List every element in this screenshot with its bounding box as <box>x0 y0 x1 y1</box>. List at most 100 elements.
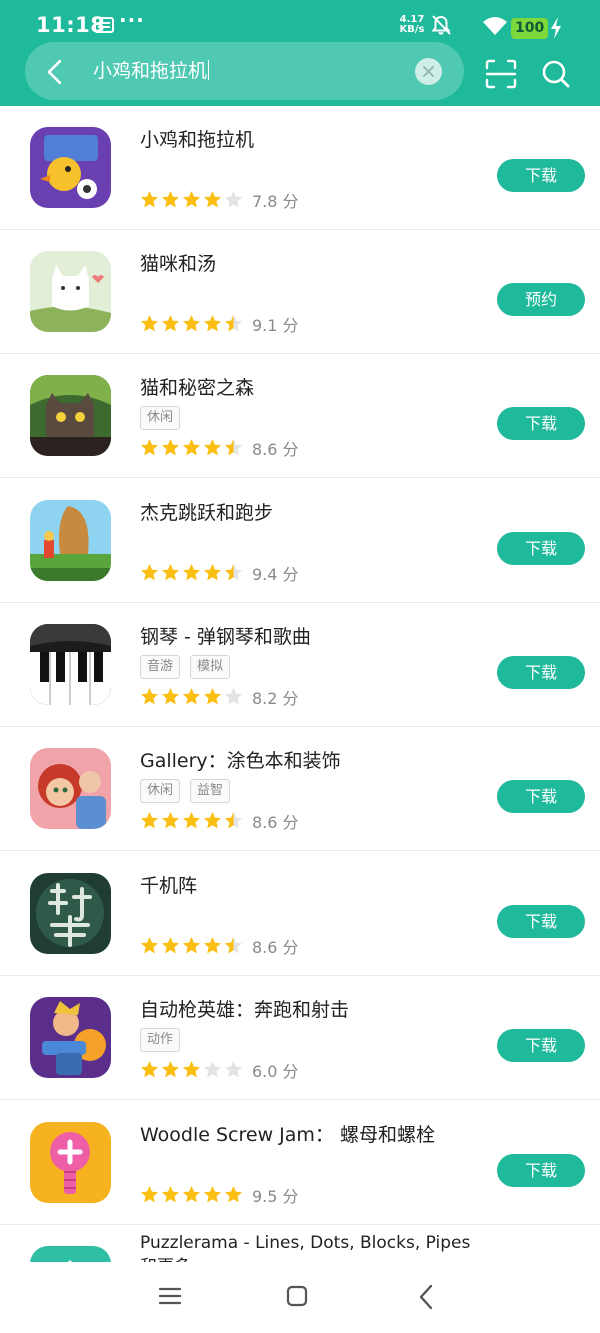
rating-score: 9.4 分 <box>252 565 299 584</box>
star-icon <box>182 563 201 581</box>
close-icon <box>423 66 434 77</box>
app-icon[interactable] <box>30 127 111 208</box>
app-name[interactable]: 钢琴 - 弹钢琴和歌曲 <box>140 622 311 649</box>
star-icon <box>203 936 222 954</box>
download-button[interactable]: 下载 <box>497 407 585 440</box>
star-icon <box>203 190 222 208</box>
back-icon[interactable] <box>418 1284 434 1310</box>
star-icon <box>161 1060 180 1078</box>
app-icon[interactable] <box>30 748 111 829</box>
app-icon[interactable] <box>30 624 111 705</box>
category-tag: 益智 <box>190 779 231 803</box>
rating-score: 6.0 分 <box>252 1062 299 1081</box>
list-item[interactable]: Puzzlerama - Lines, Dots, Blocks, Pipes和… <box>0 1225 600 1262</box>
download-button[interactable]: 下载 <box>497 159 585 192</box>
download-button[interactable]: 下载 <box>497 905 585 938</box>
system-navigation-bar <box>0 1262 600 1333</box>
list-item[interactable]: 杰克跳跃和跑步 9.4 分 下载 <box>0 479 600 603</box>
list-item[interactable]: 小鸡和拖拉机 7.8 分 下载 <box>0 106 600 230</box>
rating-score: 9.1 分 <box>252 316 299 335</box>
star-icon <box>182 811 201 829</box>
app-name[interactable]: 千机阵 <box>140 871 197 898</box>
network-speed: 4.17 KB/s <box>398 15 426 35</box>
star-half-icon <box>224 563 243 581</box>
app-name[interactable]: 猫和秘密之森 <box>140 373 254 400</box>
star-empty-icon <box>224 687 243 705</box>
clear-search-button[interactable] <box>415 58 442 85</box>
search-input[interactable]: 小鸡和拖拉机 <box>93 56 403 86</box>
download-button[interactable]: 下载 <box>497 1154 585 1187</box>
rating-score: 7.8 分 <box>252 192 299 211</box>
app-name[interactable]: 小鸡和拖拉机 <box>140 125 254 152</box>
wifi-icon <box>483 17 507 35</box>
category-tag: 休闲 <box>140 406 181 430</box>
star-icon <box>140 1060 159 1078</box>
download-button[interactable]: 下载 <box>497 780 585 813</box>
star-icon <box>161 563 180 581</box>
category-tag: 休闲 <box>140 779 181 803</box>
notification-icon <box>94 17 114 33</box>
menu-icon[interactable] <box>159 1286 181 1306</box>
home-icon[interactable] <box>286 1285 308 1307</box>
download-button[interactable]: 下载 <box>497 532 585 565</box>
app-name[interactable]: 杰克跳跃和跑步 <box>140 498 273 525</box>
star-icon <box>182 1185 201 1203</box>
star-icon <box>161 190 180 208</box>
star-icon <box>161 1185 180 1203</box>
app-icon[interactable] <box>30 997 111 1078</box>
star-empty-icon <box>224 1060 243 1078</box>
star-half-icon <box>224 811 243 829</box>
top-header: 11:18 ··· 4.17 KB/s 100 小鸡和拖拉机 <box>0 0 600 106</box>
tag-list: 休闲 益智 <box>140 779 240 803</box>
list-item[interactable]: Gallery：涂色本和装饰 休闲 益智 8.6 分 下载 <box>0 727 600 851</box>
star-icon <box>140 1185 159 1203</box>
star-icon <box>140 811 159 829</box>
star-icon <box>182 687 201 705</box>
app-name[interactable]: Gallery：涂色本和装饰 <box>140 746 341 773</box>
category-tag: 音游 <box>140 655 181 679</box>
app-icon[interactable] <box>30 873 111 954</box>
app-icon[interactable] <box>30 1246 111 1262</box>
star-icon <box>182 190 201 208</box>
star-icon <box>161 687 180 705</box>
download-button[interactable]: 下载 <box>497 1029 585 1062</box>
app-icon[interactable] <box>30 500 111 581</box>
star-icon <box>182 314 201 332</box>
scan-icon[interactable] <box>484 58 518 90</box>
list-item[interactable]: 钢琴 - 弹钢琴和歌曲 音游 模拟 8.2 分 下载 <box>0 603 600 727</box>
download-button[interactable]: 下载 <box>497 656 585 689</box>
star-icon <box>140 314 159 332</box>
search-query: 小鸡和拖拉机 <box>93 60 208 82</box>
app-name[interactable]: 自动枪英雄：奔跑和射击 <box>140 995 349 1022</box>
list-item[interactable]: 自动枪英雄：奔跑和射击 动作 6.0 分 下载 <box>0 976 600 1100</box>
star-icon <box>140 438 159 456</box>
app-icon[interactable] <box>30 1122 111 1203</box>
battery-icon: 100 <box>511 18 549 39</box>
chevron-left-icon[interactable] <box>36 54 74 90</box>
list-item[interactable]: 千机阵 8.6 分 下载 <box>0 852 600 976</box>
app-name[interactable]: 猫咪和汤 <box>140 249 216 276</box>
more-notifications-icon: ··· <box>119 8 145 32</box>
star-icon <box>203 314 222 332</box>
star-icon <box>182 438 201 456</box>
category-tag: 动作 <box>140 1028 181 1052</box>
search-icon[interactable] <box>540 57 572 91</box>
list-item[interactable]: 猫咪和汤 9.1 分 预约 <box>0 230 600 354</box>
star-icon <box>182 936 201 954</box>
star-icon <box>203 687 222 705</box>
star-icon <box>140 687 159 705</box>
app-icon[interactable] <box>30 251 111 332</box>
app-name[interactable]: Woodle Screw Jam： 螺母和螺栓 <box>140 1120 435 1147</box>
star-half-icon <box>224 314 243 332</box>
list-item[interactable]: 猫和秘密之森 休闲 8.6 分 下载 <box>0 354 600 478</box>
mute-bell-icon <box>431 15 451 35</box>
star-icon <box>203 1185 222 1203</box>
app-name[interactable]: Puzzlerama - Lines, Dots, Blocks, Pipes和… <box>140 1231 480 1262</box>
reserve-button[interactable]: 预约 <box>497 283 585 316</box>
star-icon <box>161 936 180 954</box>
star-icon <box>224 1185 243 1203</box>
star-empty-icon <box>224 190 243 208</box>
list-item[interactable]: Woodle Screw Jam： 螺母和螺栓 9.5 分 下载 <box>0 1101 600 1225</box>
app-icon[interactable] <box>30 375 111 456</box>
star-icon <box>203 563 222 581</box>
